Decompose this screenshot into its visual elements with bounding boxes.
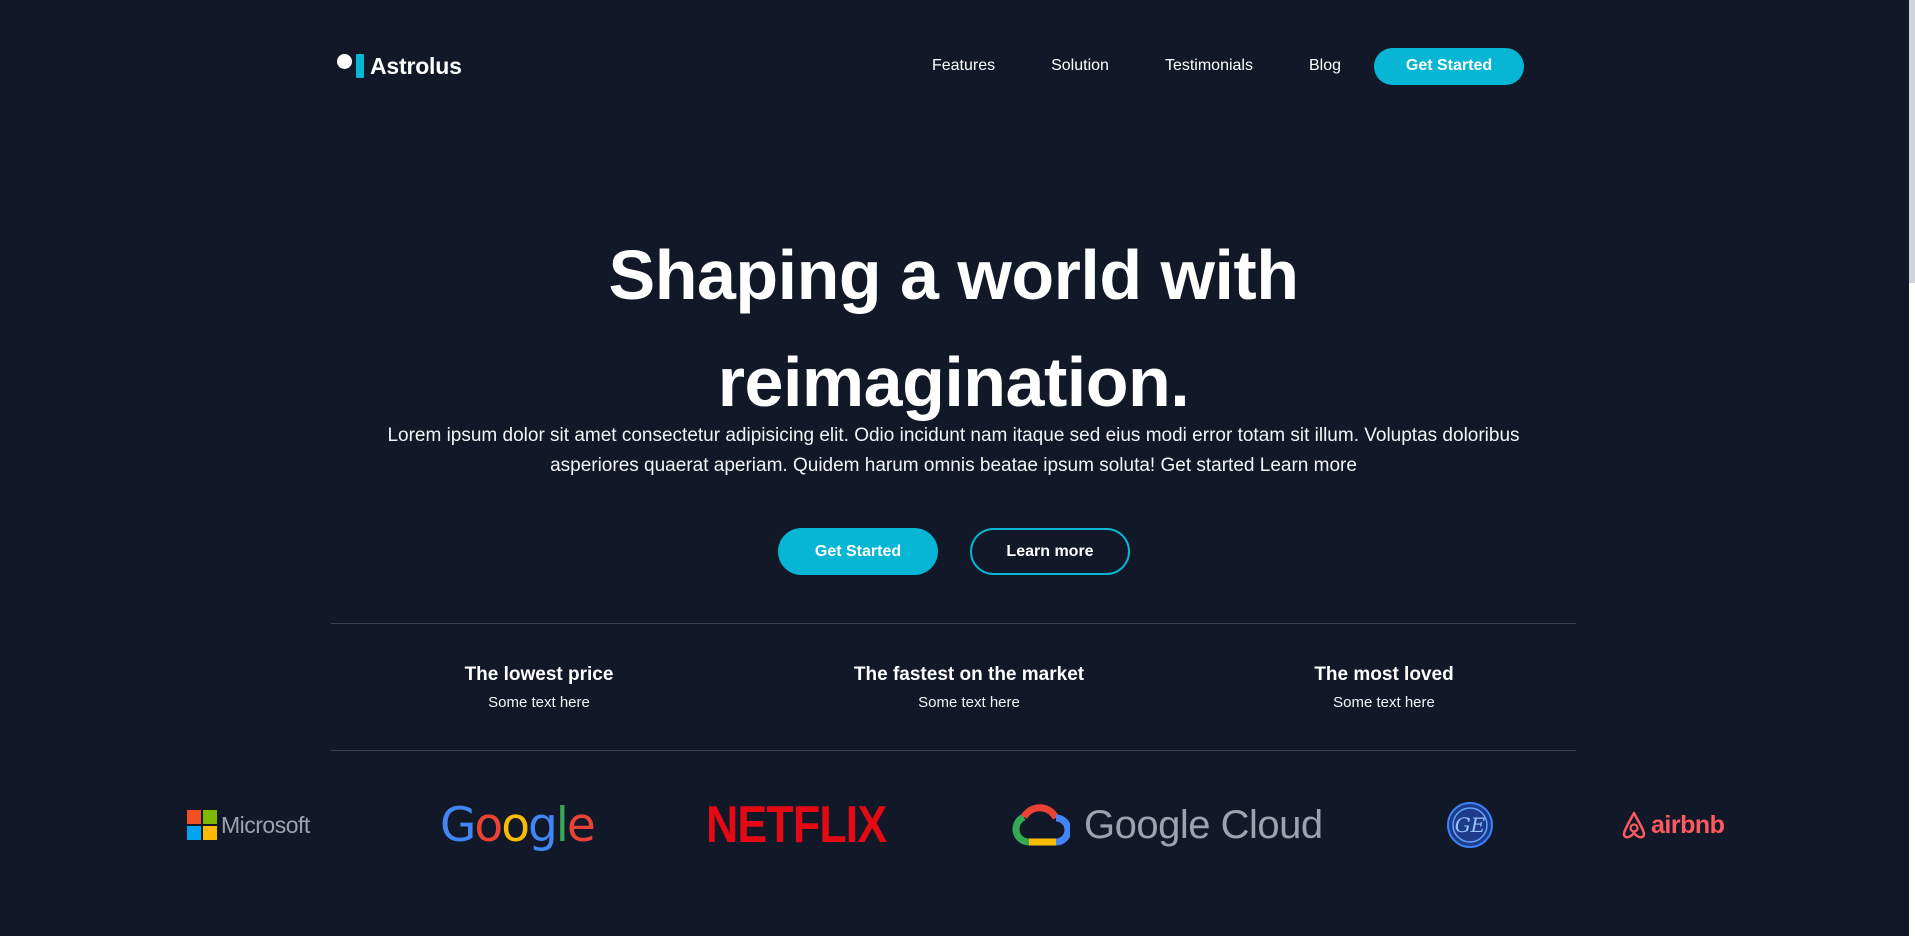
- page-scrollbar[interactable]: [1909, 0, 1915, 936]
- hero-get-started-button[interactable]: Get Started: [778, 528, 938, 575]
- netflix-logo: NETFLIX: [706, 790, 916, 860]
- nav-links: Features Solution Testimonials Blog Get …: [932, 47, 1524, 85]
- microsoft-logo: Microsoft: [187, 790, 310, 860]
- feature-title: The most loved: [1314, 664, 1454, 685]
- ge-logo: GE: [1446, 790, 1494, 860]
- google-logo: Google: [440, 790, 596, 860]
- hero-title: Shaping a world with reimagination.: [0, 222, 1907, 436]
- divider-bottom: [331, 750, 1576, 751]
- partner-logos: Microsoft Google NETFLIX Google Cloud GE…: [0, 790, 1915, 860]
- airbnb-logo: airbnb: [1620, 790, 1725, 860]
- nav-link-blog[interactable]: Blog: [1309, 57, 1341, 75]
- feature-item: The fastest on the market Some text here: [854, 663, 1084, 713]
- brand-name: Astrolus: [370, 52, 462, 79]
- ge-icon: GE: [1447, 802, 1493, 848]
- hero-title-line-2: reimagination.: [717, 343, 1190, 421]
- brand-dot-icon: [337, 54, 352, 69]
- top-navbar: Astrolus Features Solution Testimonials …: [337, 44, 1524, 88]
- netflix-wordmark: NETFLIX: [706, 796, 887, 854]
- feature-item: The lowest price Some text here: [465, 663, 614, 713]
- nav-get-started-button[interactable]: Get Started: [1374, 47, 1524, 85]
- google-cloud-icon: [1012, 804, 1070, 846]
- nav-link-solution[interactable]: Solution: [1051, 57, 1109, 75]
- hero-learn-more-button[interactable]: Learn more: [970, 528, 1130, 575]
- feature-text: Some text here: [1333, 694, 1435, 711]
- hero-actions: Get Started Learn more: [778, 528, 1130, 575]
- svg-text:GE: GE: [1455, 813, 1486, 837]
- nav-link-testimonials[interactable]: Testimonials: [1165, 57, 1253, 75]
- hero-subtitle: Lorem ipsum dolor sit amet consectetur a…: [387, 425, 1520, 476]
- brand[interactable]: Astrolus: [337, 53, 462, 80]
- landing-page: Astrolus Features Solution Testimonials …: [0, 0, 1915, 936]
- nav-link-features[interactable]: Features: [932, 57, 995, 75]
- hero-title-line-1: Shaping a world with: [608, 236, 1300, 314]
- brand-logo-icon: [337, 54, 364, 78]
- airbnb-icon: [1622, 811, 1646, 839]
- feature-title: The fastest on the market: [853, 664, 1085, 685]
- brand-bar-icon: [356, 54, 364, 78]
- divider-top: [331, 623, 1576, 624]
- microsoft-icon: [187, 810, 217, 840]
- feature-text: Some text here: [918, 694, 1020, 711]
- feature-title: The lowest price: [464, 664, 614, 685]
- google-cloud-logo: Google Cloud: [1012, 790, 1323, 860]
- feature-text: Some text here: [488, 694, 590, 711]
- feature-item: The most loved Some text here: [1314, 663, 1453, 713]
- scrollbar-thumb[interactable]: [1909, 0, 1915, 283]
- google-cloud-wordmark: Google Cloud: [1084, 802, 1323, 847]
- airbnb-wordmark: airbnb: [1651, 810, 1725, 839]
- microsoft-wordmark: Microsoft: [221, 811, 310, 838]
- google-wordmark: Google: [440, 797, 596, 853]
- features-row: The lowest price Some text here The fast…: [331, 663, 1576, 713]
